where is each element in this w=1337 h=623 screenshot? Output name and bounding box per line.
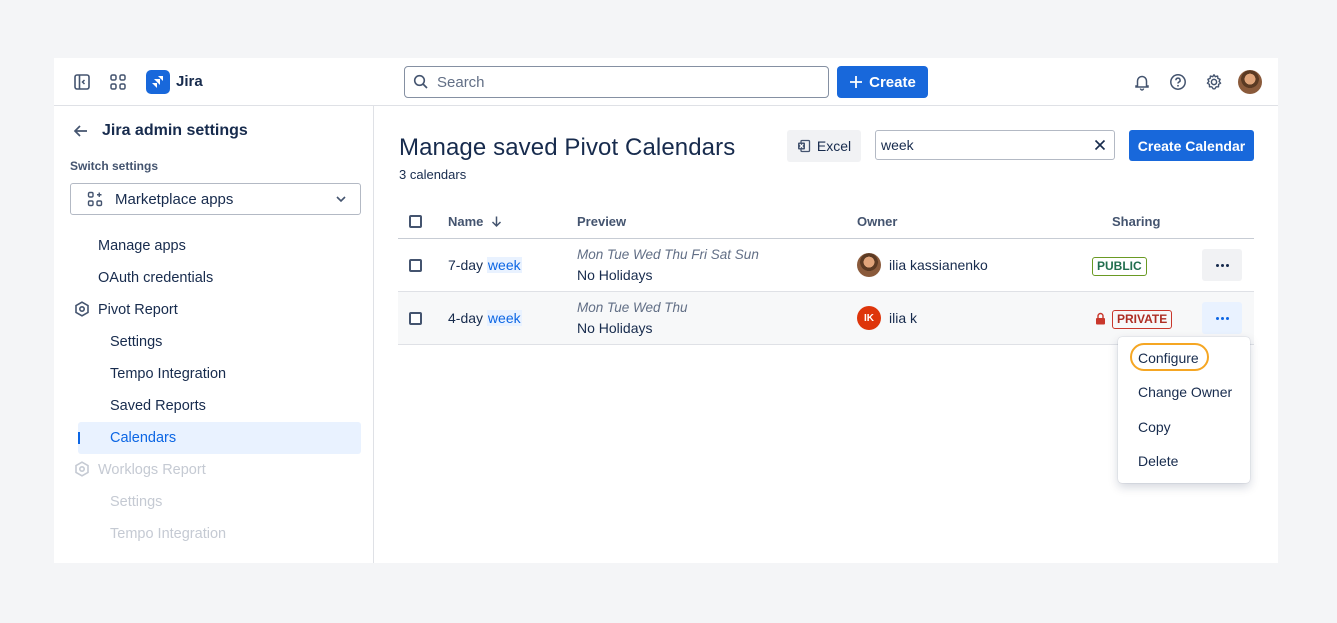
row-checkbox[interactable] (409, 259, 422, 272)
top-navigation: Jira Create (54, 58, 1278, 106)
sidebar-item-saved-reports[interactable]: Saved Reports (110, 398, 206, 414)
notifications-bell-icon[interactable] (1130, 70, 1154, 94)
preview-days: Mon Tue Wed Thu Fri Sat Sun (577, 247, 759, 262)
page-title: Manage saved Pivot Calendars (399, 134, 736, 161)
user-avatar[interactable] (1238, 70, 1262, 94)
app-switcher-icon[interactable] (106, 70, 130, 94)
preview-holidays: No Holidays (577, 267, 653, 283)
sharing-status-badge: PRIVATE (1112, 310, 1173, 329)
sort-down-arrow-icon (492, 216, 502, 228)
filter-input[interactable] (881, 137, 1081, 153)
sidebar-item-worklogs-settings: Settings (110, 494, 163, 510)
excel-button-label: Excel (816, 138, 852, 154)
sidebar-item-worklogs-tempo-integration: Tempo Integration (110, 526, 227, 542)
sidebar-title: Jira admin settings (102, 122, 248, 139)
sidebar-item-settings[interactable]: Settings (110, 334, 162, 350)
clear-icon[interactable] (1092, 137, 1108, 153)
lock-icon (1096, 312, 1105, 325)
calendar-name[interactable]: 4-day week (448, 310, 522, 326)
settings-gear-icon[interactable] (1202, 70, 1226, 94)
calendar-filter[interactable] (875, 130, 1115, 160)
help-icon[interactable] (1166, 70, 1190, 94)
sidebar-item-manage-apps[interactable]: Manage apps (98, 238, 186, 254)
preview-holidays: No Holidays (577, 320, 653, 336)
calendar-count: 3 calendars (399, 167, 467, 182)
row-checkbox[interactable] (409, 312, 422, 325)
column-header-owner: Owner (857, 214, 898, 229)
column-name-label: Name (448, 214, 484, 229)
create-calendar-button[interactable]: Create Calendar (1129, 130, 1254, 161)
menu-item-configure[interactable]: Configure (1138, 350, 1199, 366)
calendar-name[interactable]: 7-day week (448, 257, 522, 273)
preview-days: Mon Tue Wed Thu (577, 300, 688, 315)
excel-export-button[interactable]: Excel (787, 130, 861, 162)
search-match-highlight: week (486, 310, 522, 326)
create-button[interactable]: Create (837, 66, 928, 98)
search-match-highlight: week (486, 257, 522, 273)
create-button-label: Create (869, 73, 916, 91)
calendar-name-prefix: 4-day (448, 310, 487, 326)
sidebar-item-oauth-credentials[interactable]: OAuth credentials (98, 270, 213, 286)
switch-settings-label: Switch settings (70, 159, 159, 173)
switch-settings-value: Marketplace apps (115, 190, 234, 208)
plus-icon (850, 76, 863, 88)
table-row: 7-day week Mon Tue Wed Thu Fri Sat Sun N… (398, 239, 1254, 292)
sidebar-toggle-icon[interactable] (70, 70, 94, 94)
apps-icon (87, 191, 103, 207)
search-box[interactable] (404, 66, 829, 98)
row-actions-more-button[interactable] (1202, 249, 1242, 281)
sidebar-group-worklogs-report: Worklogs Report (98, 462, 206, 478)
menu-item-copy[interactable]: Copy (1138, 419, 1171, 435)
select-all-checkbox[interactable] (409, 215, 422, 228)
row-actions-menu: Configure Change Owner Copy Delete (1118, 337, 1250, 483)
owner-avatar: IK (857, 306, 881, 330)
owner-name: ilia kassianenko (889, 257, 988, 273)
sidebar-item-calendars[interactable]: Calendars (110, 430, 176, 446)
app-window: Jira Create Jira admin settings Switch s… (54, 58, 1278, 563)
calendar-name-prefix: 7-day (448, 257, 487, 273)
back-arrow-icon[interactable] (72, 122, 90, 140)
sidebar-group-pivot-report[interactable]: Pivot Report (98, 302, 178, 318)
column-header-preview: Preview (577, 214, 627, 229)
menu-item-change-owner[interactable]: Change Owner (1138, 384, 1232, 400)
active-indicator (78, 432, 80, 444)
worklogs-report-hexagon-icon (75, 461, 89, 477)
excel-icon (797, 139, 811, 153)
column-header-sharing: Sharing (1112, 214, 1161, 229)
search-icon (413, 74, 428, 89)
main-content: Manage saved Pivot Calendars 3 calendars… (374, 106, 1278, 563)
sidebar-item-tempo-integration[interactable]: Tempo Integration (110, 366, 226, 382)
chevron-down-icon (336, 196, 346, 203)
column-header-name[interactable]: Name (448, 214, 503, 229)
sidebar: Jira admin settings Switch settings Mark… (54, 106, 374, 563)
search-input[interactable] (437, 73, 817, 91)
owner-avatar (857, 253, 881, 277)
menu-item-delete[interactable]: Delete (1138, 453, 1178, 469)
owner-name: ilia k (889, 310, 918, 326)
pivot-report-hexagon-icon (75, 301, 89, 317)
switch-settings-select[interactable]: Marketplace apps (70, 183, 361, 215)
app-name[interactable]: Jira (176, 73, 203, 90)
jira-logo-icon[interactable] (146, 70, 170, 94)
sharing-status-badge: PUBLIC (1092, 257, 1147, 276)
row-actions-more-button-active[interactable] (1202, 302, 1242, 334)
